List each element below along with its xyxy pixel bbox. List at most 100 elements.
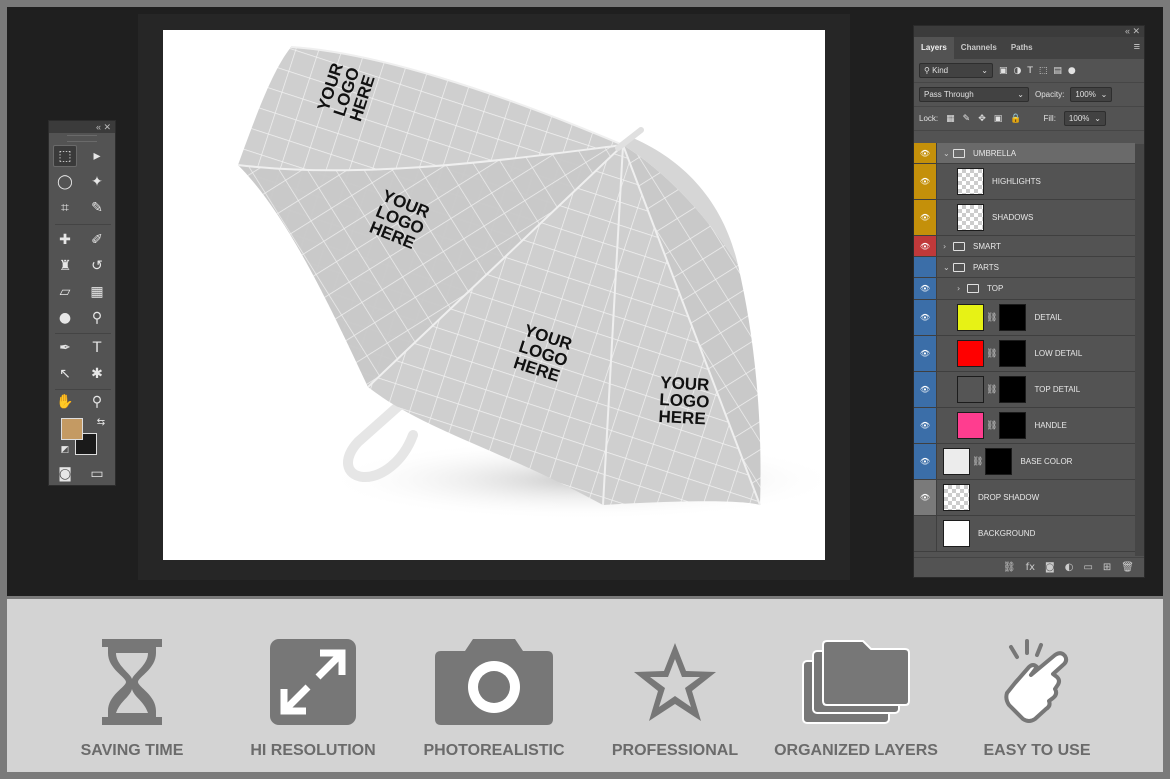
new-group-icon[interactable]: ▭ xyxy=(1083,562,1092,573)
filter-adjustment-icon[interactable]: ◑ xyxy=(1014,66,1022,76)
swap-colors-icon[interactable]: ⇆ xyxy=(89,411,113,433)
layer-row[interactable]: 👁 DROP SHADOW xyxy=(914,480,1135,516)
move-tool-icon[interactable]: ▸ xyxy=(85,145,109,167)
filter-kind-select[interactable]: ⚲ Kind ⌄ xyxy=(919,63,993,78)
blend-mode-select[interactable]: Pass Through ⌄ xyxy=(919,87,1029,102)
mask-link-icon[interactable]: ⛓ xyxy=(972,457,983,467)
layers-scrollbar[interactable] xyxy=(1135,144,1144,556)
filter-toggle-icon[interactable]: ● xyxy=(1068,66,1076,76)
lock-pixels-icon[interactable]: ✎ xyxy=(963,114,971,124)
chevron-right-icon[interactable]: › xyxy=(943,242,953,251)
layer-thumbnail[interactable] xyxy=(943,520,970,547)
lock-transparency-icon[interactable]: ▦ xyxy=(946,114,955,124)
link-layers-icon[interactable]: ⛓ xyxy=(1003,562,1016,573)
layer-mask-thumbnail[interactable] xyxy=(999,304,1027,331)
visibility-eye-icon[interactable] xyxy=(914,516,937,551)
mask-link-icon[interactable]: ⛓ xyxy=(986,313,997,323)
healing-brush-icon[interactable]: ✚ xyxy=(53,229,77,251)
tab-paths[interactable]: Paths xyxy=(1004,37,1040,59)
visibility-eye-icon[interactable]: 👁 xyxy=(914,444,937,479)
layer-row[interactable]: 👁 HIGHLIGHTS xyxy=(914,164,1135,200)
opacity-input[interactable]: 100% ⌄ xyxy=(1070,87,1113,102)
layer-row[interactable]: 👁 ⛓ LOW DETAIL xyxy=(914,336,1135,372)
panel-grip[interactable] xyxy=(67,135,97,142)
pen-tool-icon[interactable]: ✒ xyxy=(53,337,77,359)
eyedropper-icon[interactable]: ✎ xyxy=(85,197,109,219)
mask-link-icon[interactable]: ⛓ xyxy=(986,349,997,359)
mask-link-icon[interactable]: ⛓ xyxy=(986,421,997,431)
layer-row[interactable]: 👁 › TOP xyxy=(914,278,1135,300)
visibility-eye-icon[interactable] xyxy=(914,257,937,277)
tab-layers[interactable]: Layers xyxy=(914,37,954,59)
delete-layer-icon[interactable]: 🗑 xyxy=(1121,562,1134,573)
path-selection-icon[interactable]: ↖ xyxy=(53,363,77,385)
layer-color-thumbnail[interactable] xyxy=(957,376,984,403)
clone-stamp-icon[interactable]: ♜ xyxy=(53,255,77,277)
tab-channels[interactable]: Channels xyxy=(954,37,1004,59)
filter-shape-icon[interactable]: ⬚ xyxy=(1039,66,1048,76)
fill-input[interactable]: 100% ⌄ xyxy=(1063,111,1106,126)
filter-type-icon[interactable]: T xyxy=(1027,66,1033,76)
visibility-eye-icon[interactable]: 👁 xyxy=(914,164,937,199)
visibility-eye-icon[interactable]: 👁 xyxy=(914,300,937,335)
layer-row[interactable]: 👁 SHADOWS xyxy=(914,200,1135,236)
foreground-color-swatch[interactable] xyxy=(61,418,83,440)
layer-row[interactable]: BACKGROUND xyxy=(914,516,1135,552)
zoom-tool-icon[interactable]: ⚲ xyxy=(85,391,109,413)
magic-wand-icon[interactable]: ✦ xyxy=(85,171,109,193)
quick-mask-icon[interactable]: ◙ xyxy=(53,463,77,485)
visibility-eye-icon[interactable]: 👁 xyxy=(914,480,937,515)
screen-mode-icon[interactable]: ▭ xyxy=(85,463,109,485)
visibility-eye-icon[interactable]: 👁 xyxy=(914,236,937,256)
chevron-down-icon[interactable]: ⌄ xyxy=(943,263,953,272)
layer-mask-thumbnail[interactable] xyxy=(999,376,1027,403)
add-mask-icon[interactable]: ◙ xyxy=(1045,562,1055,573)
visibility-eye-icon[interactable]: 👁 xyxy=(914,336,937,371)
visibility-eye-icon[interactable]: 👁 xyxy=(914,143,937,163)
brush-tool-icon[interactable]: ✐ xyxy=(85,229,109,251)
blur-tool-icon[interactable]: ● xyxy=(53,307,77,329)
layer-row[interactable]: 👁 ⛓ BASE COLOR xyxy=(914,444,1135,480)
layer-color-thumbnail[interactable] xyxy=(957,304,984,331)
layer-row[interactable]: 👁 › SMART xyxy=(914,236,1135,257)
chevron-down-icon[interactable]: ⌄ xyxy=(943,149,953,158)
layer-mask-thumbnail[interactable] xyxy=(985,448,1013,475)
lock-all-icon[interactable]: 🔒 xyxy=(1010,114,1021,124)
chevron-right-icon[interactable]: › xyxy=(957,284,967,293)
layer-color-thumbnail[interactable] xyxy=(957,340,984,367)
layer-mask-thumbnail[interactable] xyxy=(999,340,1027,367)
visibility-eye-icon[interactable]: 👁 xyxy=(914,372,937,407)
panel-menu-icon[interactable]: ≡ xyxy=(1134,41,1140,53)
layer-color-thumbnail[interactable] xyxy=(943,448,970,475)
marquee-tool-icon[interactable]: ⬚ xyxy=(53,145,77,167)
lasso-tool-icon[interactable]: ◯ xyxy=(53,171,77,193)
layer-thumbnail[interactable] xyxy=(957,204,984,231)
layer-row[interactable]: 👁 ⛓ DETAIL xyxy=(914,300,1135,336)
layer-row[interactable]: 👁 ⌄ UMBRELLA xyxy=(914,143,1135,164)
type-tool-icon[interactable]: T xyxy=(85,337,109,359)
dodge-tool-icon[interactable]: ⚲ xyxy=(85,307,109,329)
layer-row[interactable]: 👁 ⛓ HANDLE xyxy=(914,408,1135,444)
layer-thumbnail[interactable] xyxy=(957,168,984,195)
history-brush-icon[interactable]: ↺ xyxy=(85,255,109,277)
layer-row[interactable]: ⌄ PARTS xyxy=(914,257,1135,278)
artboard[interactable]: YOUR LOGO HERE YOUR LOGO HERE YOUR LOGO HERE Y… xyxy=(163,30,825,560)
layer-row[interactable]: 👁 ⛓ TOP DETAIL xyxy=(914,372,1135,408)
tools-panel-titlebar[interactable]: « ✕ xyxy=(49,121,115,133)
shape-tool-icon[interactable]: ✱ xyxy=(85,363,109,385)
adjustment-layer-icon[interactable]: ◐ xyxy=(1065,562,1074,573)
eraser-icon[interactable]: ▱ xyxy=(53,281,77,303)
layer-thumbnail[interactable] xyxy=(943,484,970,511)
layer-style-icon[interactable]: fx xyxy=(1026,562,1035,573)
layer-color-thumbnail[interactable] xyxy=(957,412,984,439)
crop-tool-icon[interactable]: ⌗ xyxy=(53,197,77,219)
hand-tool-icon[interactable]: ✋ xyxy=(53,391,77,413)
visibility-eye-icon[interactable]: 👁 xyxy=(914,408,937,443)
visibility-eye-icon[interactable]: 👁 xyxy=(914,278,937,299)
filter-pixel-icon[interactable]: ▣ xyxy=(999,66,1008,76)
default-colors-icon[interactable]: ◩ xyxy=(53,439,77,461)
layers-panel-titlebar[interactable]: « ✕ xyxy=(914,26,1144,37)
gradient-tool-icon[interactable]: ▦ xyxy=(85,281,109,303)
new-layer-icon[interactable]: ⊞ xyxy=(1103,562,1111,573)
filter-smart-object-icon[interactable]: ▤ xyxy=(1053,66,1062,76)
